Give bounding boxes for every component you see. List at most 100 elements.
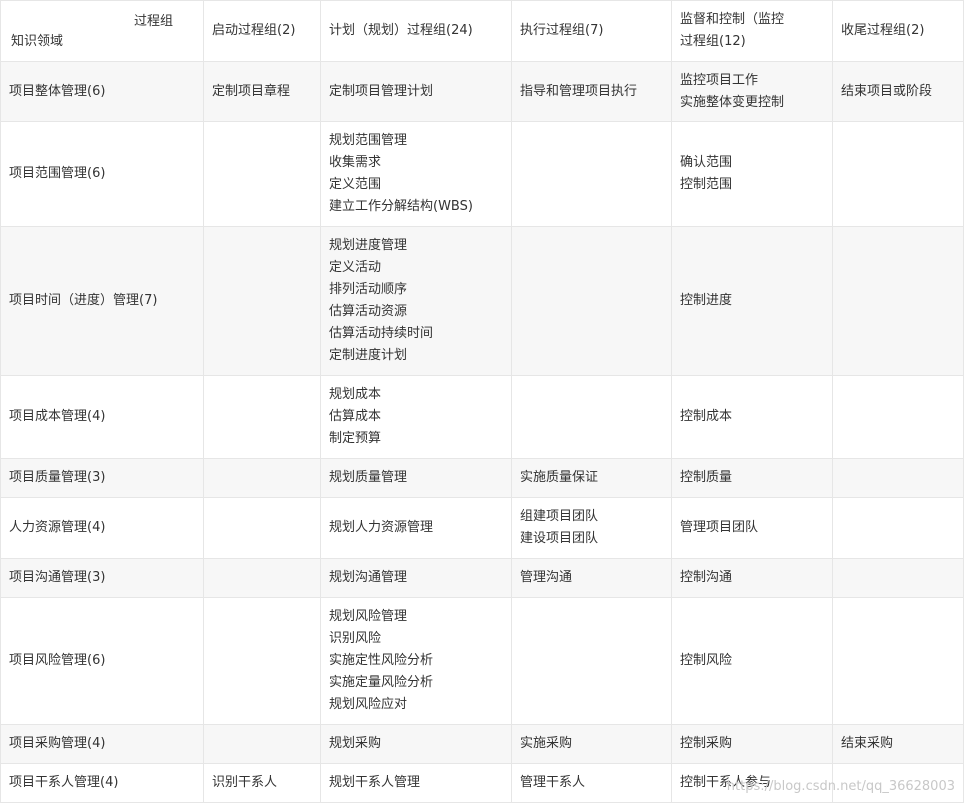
process-cell: 规划风险管理 识别风险 实施定性风险分析 实施定量风险分析 规划风险应对 <box>320 597 512 725</box>
process-item: 估算活动持续时间 <box>329 326 434 341</box>
process-cell: 实施质量保证 <box>511 458 672 498</box>
process-cell <box>511 597 672 725</box>
process-item: 定制项目管理计划 <box>329 83 434 99</box>
process-cell <box>832 121 964 227</box>
process-item: 控制进度 <box>680 293 733 308</box>
knowledge-area-cell: 项目成本管理(4) <box>0 375 204 459</box>
knowledge-area-label: 项目沟通管理(3) <box>9 570 106 585</box>
process-item: 实施定量风险分析 <box>329 675 434 690</box>
table-row: 项目范围管理(6) 规划范围管理 收集需求 定义范围 建立工作分解结构(WBS) 确认范围… <box>0 121 964 227</box>
process-cell: 定制项目管理计划 <box>320 61 512 122</box>
corner-label-knowledge-area: 知识领域 <box>11 34 64 49</box>
process-cell <box>203 226 321 376</box>
process-item: 控制质量 <box>680 470 733 485</box>
table-row: 项目风险管理(6) 规划风险管理 识别风险 实施定性风险分析 实施定量风险分析 规划风险应… <box>0 597 964 725</box>
process-item: 管理沟通 <box>520 570 573 585</box>
process-item: 管理项目团队 <box>680 520 759 535</box>
knowledge-area-label: 项目范围管理(6) <box>9 166 106 181</box>
header-line: 收尾过程组(2) <box>841 23 925 38</box>
process-item: 建立工作分解结构(WBS) <box>329 199 473 214</box>
process-cell: 管理沟通 <box>511 558 672 598</box>
process-item: 管理干系人 <box>520 775 586 790</box>
header-line: 计划（规划）过程组(24) <box>329 23 473 38</box>
process-item: 控制成本 <box>680 409 733 424</box>
knowledge-area-cell: 项目风险管理(6) <box>0 597 204 725</box>
process-item: 规划干系人管理 <box>329 775 421 790</box>
process-cell: 规划采购 <box>320 724 512 764</box>
header-cell: 收尾过程组(2) <box>832 0 964 62</box>
process-item: 定制进度计划 <box>329 348 408 363</box>
table-row: 人力资源管理(4) 规划人力资源管理 组建项目团队 建设项目团队 管理项目团队 <box>0 497 964 559</box>
process-item: 结束采购 <box>841 736 894 751</box>
knowledge-area-cell: 项目范围管理(6) <box>0 121 204 227</box>
knowledge-area-label: 项目时间（进度）管理(7) <box>9 293 158 308</box>
process-item: 控制沟通 <box>680 570 733 585</box>
process-cell: 组建项目团队 建设项目团队 <box>511 497 672 559</box>
process-cell <box>203 558 321 598</box>
process-item: 收集需求 <box>329 155 382 170</box>
knowledge-area-cell: 项目质量管理(3) <box>0 458 204 498</box>
knowledge-area-label: 项目质量管理(3) <box>9 470 106 485</box>
process-cell <box>203 121 321 227</box>
process-cell: 规划范围管理 收集需求 定义范围 建立工作分解结构(WBS) <box>320 121 512 227</box>
corner-header-cell: 过程组 知识领域 <box>0 0 204 62</box>
table-body: 项目整体管理(6) 定制项目章程 定制项目管理计划 指导和管理项目执行 监控项目工作 实施… <box>0 61 964 803</box>
process-cell <box>832 226 964 376</box>
process-item: 规划沟通管理 <box>329 570 408 585</box>
knowledge-area-label: 项目采购管理(4) <box>9 736 106 751</box>
process-item: 指导和管理项目执行 <box>520 83 638 99</box>
process-cell: 控制采购 <box>671 724 833 764</box>
table-row: 项目质量管理(3) 规划质量管理 实施质量保证 控制质量 <box>0 458 964 498</box>
process-cell <box>203 375 321 459</box>
process-cell: 管理干系人 <box>511 763 672 803</box>
table-row: 项目沟通管理(3) 规划沟通管理 管理沟通 控制沟通 <box>0 558 964 598</box>
process-item: 排列活动顺序 <box>329 282 408 297</box>
process-item: 规划进度管理 <box>329 238 408 253</box>
process-cell: 结束项目或阶段 <box>832 61 964 122</box>
header-line: 执行过程组(7) <box>520 23 604 38</box>
knowledge-area-label: 人力资源管理(4) <box>9 520 106 535</box>
process-cell: 识别干系人 <box>203 763 321 803</box>
process-cell: 控制进度 <box>671 226 833 376</box>
process-item: 实施质量保证 <box>520 470 599 485</box>
knowledge-area-cell: 项目沟通管理(3) <box>0 558 204 598</box>
corner-label-process-group: 过程组 <box>133 14 173 29</box>
process-item: 实施整体变更控制 <box>680 94 785 110</box>
process-cell: 控制风险 <box>671 597 833 725</box>
process-item: 规划风险应对 <box>329 697 408 712</box>
process-item: 实施定性风险分析 <box>329 653 434 668</box>
process-cell: 规划质量管理 <box>320 458 512 498</box>
header-line: 监督和控制（监控 <box>680 12 785 27</box>
knowledge-area-label: 项目整体管理(6) <box>9 83 106 99</box>
process-cell <box>832 597 964 725</box>
process-item: 控制范围 <box>680 177 733 192</box>
process-cell <box>511 226 672 376</box>
process-cell <box>203 497 321 559</box>
process-cell: 规划人力资源管理 <box>320 497 512 559</box>
knowledge-area-cell: 项目采购管理(4) <box>0 724 204 764</box>
process-cell: 控制质量 <box>671 458 833 498</box>
header-line: 启动过程组(2) <box>212 23 296 38</box>
header-cell: 监督和控制（监控 过程组(12) <box>671 0 833 62</box>
process-cell <box>203 724 321 764</box>
process-item: 制定预算 <box>329 431 382 446</box>
process-cell: 规划成本 估算成本 制定预算 <box>320 375 512 459</box>
process-item: 控制采购 <box>680 736 733 751</box>
knowledge-area-cell: 项目时间（进度）管理(7) <box>0 226 204 376</box>
process-item: 定义活动 <box>329 260 382 275</box>
process-cell: 实施采购 <box>511 724 672 764</box>
watermark-text: https://blog.csdn.net/qq_36628003 <box>726 779 955 794</box>
process-item: 控制风险 <box>680 653 733 668</box>
header-cell: 执行过程组(7) <box>511 0 672 62</box>
process-item: 估算活动资源 <box>329 304 408 319</box>
table-row: 项目整体管理(6) 定制项目章程 定制项目管理计划 指导和管理项目执行 监控项目工作 实施… <box>0 61 964 122</box>
process-item: 估算成本 <box>329 409 382 424</box>
process-item: 定义范围 <box>329 177 382 192</box>
process-item: 识别风险 <box>329 631 382 646</box>
header-row: 过程组 知识领域 启动过程组(2) 计划（规划）过程组(24) 执行过程组(7)… <box>0 0 964 62</box>
process-cell: 确认范围 控制范围 <box>671 121 833 227</box>
process-cell: 规划沟通管理 <box>320 558 512 598</box>
process-cell: 定制项目章程 <box>203 61 321 122</box>
process-cell <box>832 458 964 498</box>
process-cell: 规划干系人管理 <box>320 763 512 803</box>
